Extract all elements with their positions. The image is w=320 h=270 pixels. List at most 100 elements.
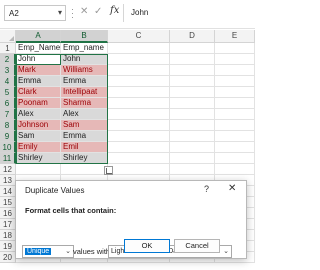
cell-e11[interactable]	[215, 153, 255, 164]
cell-c4[interactable]	[108, 76, 170, 87]
cell-a3[interactable]: Mark	[16, 65, 61, 76]
row-header-11[interactable]: 11	[0, 153, 16, 164]
cell-e3[interactable]	[215, 65, 255, 76]
row-header-18[interactable]: 18	[0, 230, 16, 241]
column-header-d[interactable]: D	[170, 30, 215, 43]
cell-d3[interactable]	[170, 65, 215, 76]
drag-handle-icon[interactable]: · · ·	[71, 5, 74, 22]
cell-c9[interactable]	[108, 131, 170, 142]
chevron-down-icon[interactable]: ⌄	[65, 246, 71, 257]
select-all-button[interactable]	[0, 30, 16, 43]
close-icon[interactable]: ✕	[80, 6, 88, 17]
formula-input[interactable]: John	[131, 8, 148, 17]
row-header-4[interactable]: 4	[0, 76, 16, 87]
column-header-e[interactable]: E	[215, 30, 255, 43]
cell-d8[interactable]	[170, 120, 215, 131]
row-header-16[interactable]: 16	[0, 208, 16, 219]
row-header-5[interactable]: 5	[0, 87, 16, 98]
cell-a11[interactable]: Shirley	[16, 153, 61, 164]
cell-e7[interactable]	[215, 109, 255, 120]
cell-c3[interactable]	[108, 65, 170, 76]
cell-a1[interactable]: Emp_Name	[16, 43, 61, 54]
cell-c12[interactable]	[108, 164, 170, 175]
cell-c7[interactable]	[108, 109, 170, 120]
row-header-8[interactable]: 8	[0, 120, 16, 131]
row-header-2[interactable]: 2	[0, 54, 16, 65]
row-header-3[interactable]: 3	[0, 65, 16, 76]
close-icon[interactable]: ✕	[228, 183, 236, 194]
cell-d4[interactable]	[170, 76, 215, 87]
cell-d7[interactable]	[170, 109, 215, 120]
row-header-19[interactable]: 19	[0, 241, 16, 252]
cell-b1[interactable]: Emp_name	[61, 43, 108, 54]
cell-b8[interactable]: Sam	[61, 120, 108, 131]
cell-e8[interactable]	[215, 120, 255, 131]
row-header-9[interactable]: 9	[0, 131, 16, 142]
cell-a12[interactable]	[16, 164, 61, 175]
row-header-20[interactable]: 20	[0, 252, 16, 263]
cell-a9[interactable]: Sam	[16, 131, 61, 142]
cell-d10[interactable]	[170, 142, 215, 153]
check-icon[interactable]: ✓	[94, 6, 102, 17]
column-header-b[interactable]: B	[61, 30, 108, 43]
cell-c5[interactable]	[108, 87, 170, 98]
ok-button[interactable]: OK	[124, 239, 170, 253]
cell-d6[interactable]	[170, 98, 215, 109]
help-icon[interactable]: ?	[204, 184, 209, 194]
cell-a7[interactable]: Alex	[16, 109, 61, 120]
cell-b11[interactable]: Shirley	[61, 153, 108, 164]
row-header-12[interactable]: 12	[0, 164, 16, 175]
cell-c2[interactable]	[108, 54, 170, 65]
chevron-down-icon[interactable]: ⌄	[223, 246, 229, 257]
cell-d12[interactable]	[170, 164, 215, 175]
cell-b10[interactable]: Emil	[61, 142, 108, 153]
quick-analysis-icon[interactable]	[104, 166, 113, 175]
row-header-7[interactable]: 7	[0, 109, 16, 120]
cell-e12[interactable]	[215, 164, 255, 175]
row-header-10[interactable]: 10	[0, 142, 16, 153]
cell-b4[interactable]: Emma	[61, 76, 108, 87]
cell-d11[interactable]	[170, 153, 215, 164]
cell-e1[interactable]	[215, 43, 255, 54]
cell-e4[interactable]	[215, 76, 255, 87]
cell-e5[interactable]	[215, 87, 255, 98]
cell-a4[interactable]: Emma	[16, 76, 61, 87]
row-header-1[interactable]: 1	[0, 43, 16, 54]
row-header-15[interactable]: 15	[0, 197, 16, 208]
row-header-13[interactable]: 13	[0, 175, 16, 186]
cell-d1[interactable]	[170, 43, 215, 54]
cell-a5[interactable]: Clark	[16, 87, 61, 98]
cell-a2[interactable]: John	[16, 54, 61, 65]
cell-a6[interactable]: Poonam	[16, 98, 61, 109]
cell-b7[interactable]: Alex	[61, 109, 108, 120]
cell-b12[interactable]	[61, 164, 108, 175]
cancel-button[interactable]: Cancel	[174, 239, 220, 253]
cell-c10[interactable]	[108, 142, 170, 153]
cell-b3[interactable]: Williams	[61, 65, 108, 76]
cell-a8[interactable]: Johnson	[16, 120, 61, 131]
cell-d9[interactable]	[170, 131, 215, 142]
cell-c11[interactable]	[108, 153, 170, 164]
rule-type-select[interactable]: Unique ⌄	[22, 245, 74, 258]
cell-c6[interactable]	[108, 98, 170, 109]
cell-e2[interactable]	[215, 54, 255, 65]
cell-c8[interactable]	[108, 120, 170, 131]
cell-e10[interactable]	[215, 142, 255, 153]
cell-d5[interactable]	[170, 87, 215, 98]
cell-a10[interactable]: Emily	[16, 142, 61, 153]
cell-b5[interactable]: Intellipaat	[61, 87, 108, 98]
name-box[interactable]: A2 ▾	[4, 5, 66, 21]
cell-d2[interactable]	[170, 54, 215, 65]
insert-function-button[interactable]: fx	[110, 5, 119, 16]
cell-b6[interactable]: Sharma	[61, 98, 108, 109]
cell-e6[interactable]	[215, 98, 255, 109]
column-header-a[interactable]: A	[16, 30, 61, 43]
column-header-c[interactable]: C	[108, 30, 170, 43]
cell-b2[interactable]: John	[61, 54, 108, 65]
cell-c1[interactable]	[108, 43, 170, 54]
cell-b9[interactable]: Emma	[61, 131, 108, 142]
row-header-14[interactable]: 14	[0, 186, 16, 197]
row-header-6[interactable]: 6	[0, 98, 16, 109]
cell-e9[interactable]	[215, 131, 255, 142]
chevron-down-icon[interactable]: ▾	[58, 8, 62, 17]
